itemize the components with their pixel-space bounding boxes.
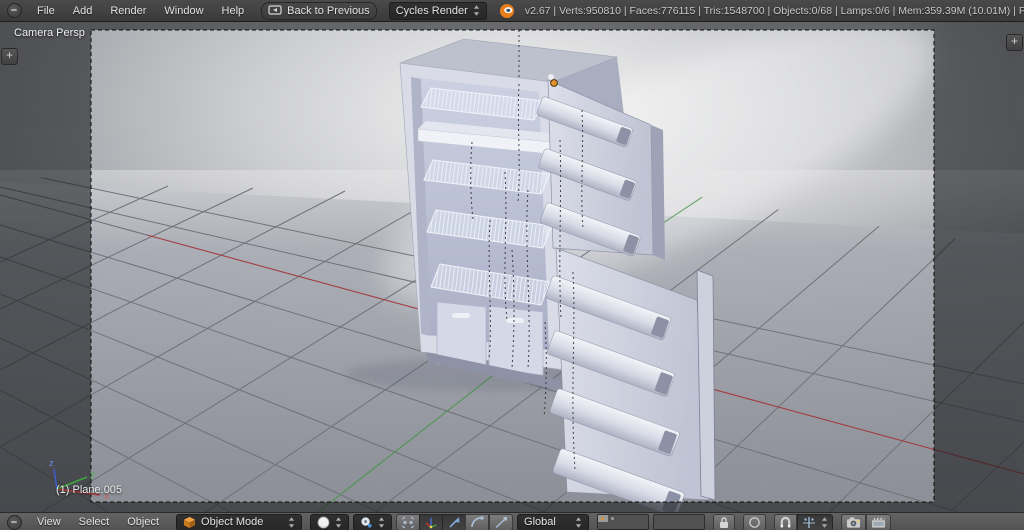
snap-element-select[interactable]	[797, 513, 834, 530]
manipulate-centers-toggle[interactable]	[396, 513, 421, 530]
scene-statistics: v2.67 | Verts:950810 | Faces:776115 | Tr…	[524, 4, 1024, 17]
magnet-icon	[780, 516, 791, 527]
editor-type-button[interactable]	[7, 3, 22, 18]
screen-back-icon	[268, 5, 282, 15]
pivot-point-icon	[361, 516, 372, 528]
rotate-arc-icon	[471, 516, 484, 527]
pivot-point-select[interactable]	[353, 513, 393, 530]
snap-increment-icon	[803, 516, 816, 528]
properties-shelf-expand-button[interactable]: +	[1006, 34, 1023, 51]
menu-view[interactable]: View	[37, 516, 61, 528]
layer-15[interactable]	[638, 522, 649, 529]
back-to-previous-button[interactable]: Back to Previous	[261, 1, 377, 20]
transform-orientation-value: Global	[524, 516, 556, 528]
tool-shelf-expand-button[interactable]: +	[1, 48, 18, 65]
scene-render: x y z	[0, 22, 1024, 512]
menu-window[interactable]: Window	[164, 5, 203, 17]
manipulate-centers-icon	[401, 516, 415, 528]
scale-icon	[495, 516, 508, 528]
viewport-shading-select[interactable]	[310, 513, 350, 530]
axis-z-label: z	[49, 459, 54, 469]
lock-to-scene-toggle[interactable]	[713, 513, 736, 530]
render-engine-value: Cycles Render	[395, 4, 468, 17]
interaction-mode-value: Object Mode	[201, 516, 264, 528]
sphere-icon	[317, 516, 330, 528]
render-still-button[interactable]	[841, 513, 867, 530]
view-name-label: Camera Persp	[14, 27, 85, 39]
manipulator-enable-toggle[interactable]	[419, 513, 444, 530]
menu-help[interactable]: Help	[222, 5, 245, 17]
stepper-arrows-icon[interactable]	[473, 4, 480, 17]
hinge-highlight	[548, 74, 554, 80]
blender-logo-icon	[499, 3, 514, 18]
menu-render[interactable]: Render	[110, 5, 146, 17]
menu-object[interactable]: Object	[127, 516, 159, 528]
render-animation-button[interactable]	[866, 513, 892, 530]
rotate-manipulator-button[interactable]	[465, 513, 490, 530]
clapperboard-icon	[871, 516, 886, 528]
transform-orientation-select[interactable]: Global	[517, 513, 590, 530]
translate-manipulator-button[interactable]	[442, 513, 467, 530]
render-engine-select[interactable]: Cycles Render	[388, 1, 487, 20]
lock-icon	[720, 516, 729, 528]
info-header: File Add Render Window Help Back to Prev…	[0, 0, 1024, 22]
snap-toggle[interactable]	[774, 513, 798, 530]
3d-viewport[interactable]: x y z Camera Persp (1) Plane.005 + +	[0, 22, 1024, 512]
blender-window: File Add Render Window Help Back to Prev…	[0, 0, 1024, 530]
viewport-header: View Select Object Object Mode Global	[0, 512, 1024, 530]
translate-arrow-icon	[449, 516, 460, 528]
object-origin-dot	[550, 79, 558, 87]
menu-add[interactable]: Add	[73, 5, 93, 17]
menu-file[interactable]: File	[37, 5, 55, 17]
menu-select[interactable]: Select	[79, 516, 110, 528]
scale-manipulator-button[interactable]	[489, 513, 514, 530]
editor-type-button-3dview[interactable]	[7, 514, 22, 530]
layer-20[interactable]	[694, 522, 705, 529]
proportional-circle-icon	[749, 516, 760, 528]
cube-icon	[183, 516, 196, 528]
active-object-label: (1) Plane.005	[56, 484, 123, 496]
layers-widget-group2[interactable]	[653, 514, 706, 530]
camera-icon	[846, 516, 861, 528]
back-to-previous-label: Back to Previous	[287, 4, 370, 17]
layers-widget-group1[interactable]	[597, 514, 650, 530]
axes-icon	[425, 517, 437, 528]
proportional-editing-select[interactable]	[743, 513, 767, 530]
interaction-mode-select[interactable]: Object Mode	[176, 513, 303, 530]
axis-y-label: y	[90, 470, 96, 480]
